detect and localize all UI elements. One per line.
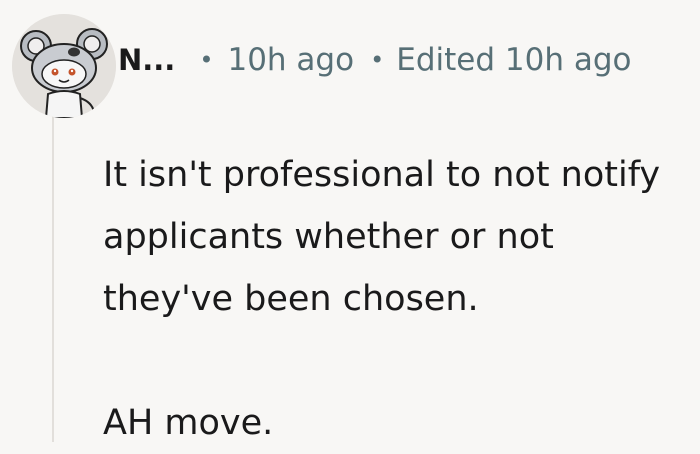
comment-paragraph: It isn't professional to not notify appl… xyxy=(103,155,661,319)
timestamp[interactable]: 10h ago xyxy=(227,42,354,78)
separator-dot: • xyxy=(370,46,385,74)
snoo-koala-avatar-icon xyxy=(12,14,116,118)
avatar[interactable] xyxy=(12,14,116,118)
edited-label: Edited 10h ago xyxy=(396,42,632,78)
author-username[interactable]: N... xyxy=(118,43,175,77)
comment: N... • 10h ago • Edited 10h ago It isn't… xyxy=(0,0,700,443)
comment-meta: N... • 10h ago • Edited 10h ago xyxy=(118,38,631,82)
comment-body: It isn't professional to not notify appl… xyxy=(103,144,693,454)
separator-dot: • xyxy=(199,46,214,74)
thread-line[interactable] xyxy=(52,112,54,442)
comment-paragraph: AH move. xyxy=(103,403,274,443)
